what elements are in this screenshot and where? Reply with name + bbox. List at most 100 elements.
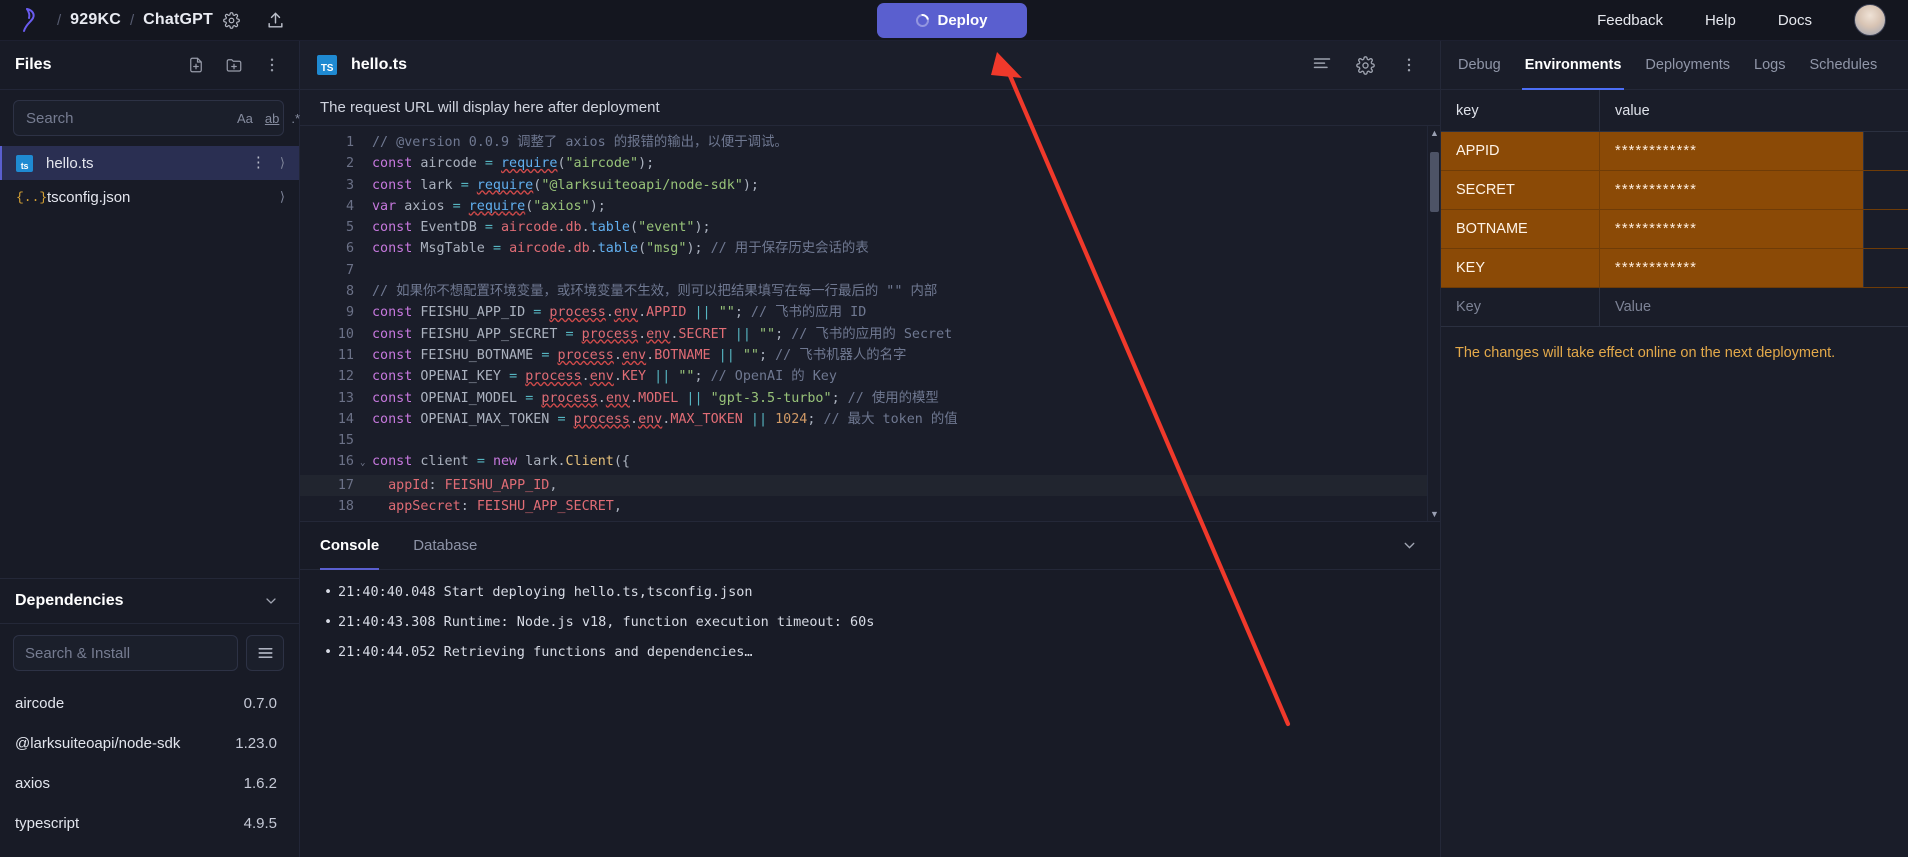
dependency-search-input[interactable] (25, 644, 226, 662)
match-case-icon[interactable]: Aa (237, 111, 253, 126)
dependency-search-box[interactable] (13, 635, 238, 671)
dependencies-title: Dependencies (15, 592, 124, 609)
env-value[interactable]: ************ (1600, 210, 1863, 248)
env-row-tail (1863, 132, 1908, 170)
console-log-line: 21:40:43.308 Runtime: Node.js v18, funct… (324, 614, 1420, 630)
dependencies-header[interactable]: Dependencies (0, 578, 299, 624)
env-key[interactable]: SECRET (1441, 171, 1600, 209)
editor-vertical-scrollbar[interactable]: ▲ ▼ (1427, 126, 1440, 521)
scrollbar-thumb[interactable] (1430, 152, 1439, 212)
table-row[interactable]: BOTNAME ************ (1441, 210, 1908, 249)
new-folder-icon[interactable] (225, 56, 243, 74)
files-header: Files (0, 41, 299, 90)
chevron-down-icon[interactable] (263, 593, 279, 609)
file-more-icon[interactable]: ⋮ (251, 155, 266, 170)
help-link[interactable]: Help (1705, 12, 1736, 29)
file-row-tsconfig-json[interactable]: {..} tsconfig.json ⟩ (0, 180, 299, 214)
json-file-icon: {..} (16, 189, 48, 205)
feedback-link[interactable]: Feedback (1597, 12, 1663, 29)
env-value[interactable]: ************ (1600, 249, 1863, 287)
file-search-box[interactable]: Aa ab .* (13, 100, 300, 136)
console-log-line: 21:40:44.052 Retrieving functions and de… (324, 644, 1420, 660)
environments-table: key value APPID ************ SECRET ****… (1441, 90, 1908, 327)
tab-environments[interactable]: Environments (1521, 41, 1625, 90)
whole-word-icon[interactable]: ab (265, 111, 279, 126)
tab-schedules[interactable]: Schedules (1807, 41, 1881, 90)
code-scroll-region[interactable]: 1// @version 0.0.9 调整了 axios 的报错的输出，以便于调… (300, 126, 1427, 521)
console-panel: Console Database 21:40:40.048 Start depl… (300, 521, 1440, 857)
format-lines-icon[interactable] (1312, 56, 1331, 74)
right-panel-tabs: Debug Environments Deployments Logs Sche… (1441, 41, 1908, 90)
file-name: tsconfig.json (47, 188, 131, 206)
regex-icon[interactable]: .* (291, 111, 300, 126)
breadcrumb-project[interactable]: 929KC (70, 11, 121, 29)
code-content[interactable]: 1// @version 0.0.9 调整了 axios 的报错的输出，以便于调… (300, 132, 1427, 521)
env-value[interactable]: ************ (1600, 171, 1863, 209)
gear-icon[interactable] (1356, 56, 1375, 75)
tab-logs[interactable]: Logs (1751, 41, 1788, 90)
deploy-button-wrap: Deploy (877, 3, 1027, 38)
tab-debug[interactable]: Debug (1455, 41, 1504, 90)
files-title: Files (15, 56, 52, 73)
env-key[interactable]: KEY (1441, 249, 1600, 287)
table-header-row: key value (1441, 90, 1908, 132)
app-logo-icon[interactable] (14, 5, 48, 35)
file-loading-icon: ⟩ (279, 189, 285, 204)
top-right-links: Feedback Help Docs (1597, 4, 1886, 36)
tab-console[interactable]: Console (320, 522, 380, 570)
editor-header: TS hello.ts (300, 41, 1440, 90)
table-row[interactable]: SECRET ************ (1441, 171, 1908, 210)
tab-deployments[interactable]: Deployments (1642, 41, 1733, 90)
env-key[interactable]: BOTNAME (1441, 210, 1600, 248)
file-list: ts hello.ts ⋮ ⟩ {..} tsconfig.json ⟩ (0, 144, 299, 214)
right-panel: Debug Environments Deployments Logs Sche… (1440, 41, 1908, 857)
breadcrumb-separator-2: / (129, 11, 135, 29)
sidebar: Files Aa ab (0, 41, 300, 857)
breadcrumb-separator-1: / (57, 11, 62, 29)
file-row-hello-ts[interactable]: ts hello.ts ⋮ ⟩ (0, 146, 299, 180)
console-tabs: Console Database (300, 522, 1440, 570)
dependency-row[interactable]: typescript 4.9.5 (0, 803, 299, 843)
new-file-icon[interactable] (187, 56, 205, 74)
editor-more-icon[interactable] (1400, 56, 1418, 74)
code-editor[interactable]: 1// @version 0.0.9 调整了 axios 的报错的输出，以便于调… (300, 126, 1440, 521)
file-loading-icon: ⟩ (279, 155, 285, 170)
loading-spinner-icon (913, 11, 933, 30)
new-env-key-input[interactable]: Key (1441, 288, 1600, 326)
top-bar: / 929KC / ChatGPT Deploy Feedback Help D… (0, 0, 1908, 41)
dependency-row[interactable]: @larksuiteoapi/node-sdk 1.23.0 (0, 723, 299, 763)
docs-link[interactable]: Docs (1778, 12, 1812, 29)
console-log-list: 21:40:40.048 Start deploying hello.ts,ts… (300, 570, 1440, 674)
deploy-button[interactable]: Deploy (877, 3, 1027, 38)
dependency-version: 4.9.5 (243, 814, 277, 832)
dependency-name: @larksuiteoapi/node-sdk (15, 734, 181, 752)
environments-note: The changes will take effect online on t… (1455, 345, 1836, 361)
table-row[interactable]: KEY ************ (1441, 249, 1908, 288)
search-input[interactable] (26, 109, 225, 127)
breadcrumb-app[interactable]: ChatGPT (143, 11, 213, 29)
dependency-name: aircode (15, 694, 65, 712)
chevron-down-icon[interactable] (1401, 537, 1418, 554)
avatar[interactable] (1854, 4, 1886, 36)
gear-icon[interactable] (223, 11, 240, 29)
dependency-menu-button[interactable] (246, 635, 284, 671)
env-value[interactable]: ************ (1600, 132, 1863, 170)
dependency-row[interactable]: aircode 0.7.0 (0, 683, 299, 723)
share-icon[interactable] (266, 11, 284, 29)
aircode-app: / 929KC / ChatGPT Deploy Feedback Help D… (0, 0, 1908, 857)
files-more-icon[interactable] (263, 56, 281, 74)
scroll-down-arrow-icon[interactable]: ▼ (1430, 509, 1439, 519)
table-row-new[interactable]: Key Value (1441, 288, 1908, 327)
scroll-up-arrow-icon[interactable]: ▲ (1430, 128, 1439, 138)
dependency-row[interactable]: axios 1.6.2 (0, 763, 299, 803)
env-key[interactable]: APPID (1441, 132, 1600, 170)
env-row-tail (1863, 171, 1908, 209)
tab-database[interactable]: Database (413, 522, 477, 570)
table-row[interactable]: APPID ************ (1441, 132, 1908, 171)
column-header-key: key (1441, 90, 1600, 131)
new-env-value-input[interactable]: Value (1600, 288, 1908, 326)
dependency-search-wrap (0, 624, 299, 677)
typescript-file-icon: ts (16, 154, 33, 172)
dependency-name: typescript (15, 814, 80, 832)
